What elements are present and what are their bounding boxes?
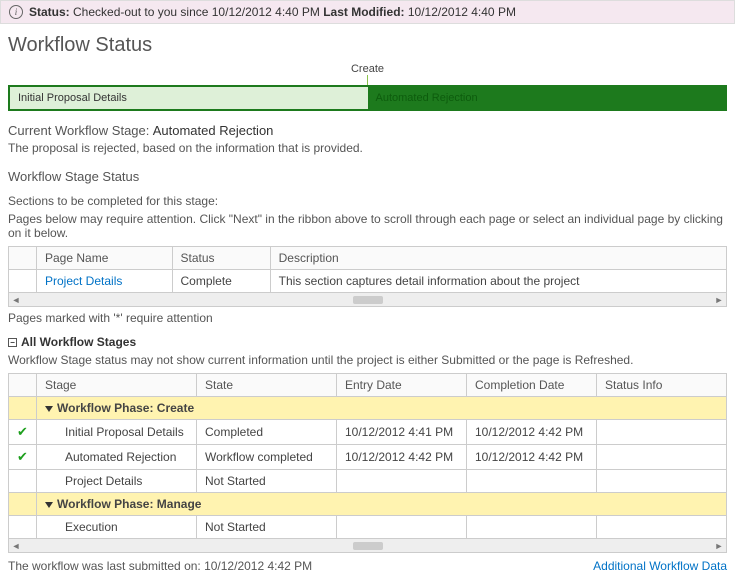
stage-row[interactable]: ✔Automated RejectionWorkflow completed10… — [9, 445, 727, 470]
stage-col-completion[interactable]: Completion Date — [467, 374, 597, 397]
stage-completion-cell: 10/12/2012 4:42 PM — [467, 445, 597, 470]
stage-entry-cell: 10/12/2012 4:41 PM — [337, 420, 467, 445]
stage-name-cell: Execution — [37, 516, 197, 539]
current-stage-desc: The proposal is rejected, based on the i… — [8, 141, 727, 155]
phase-row[interactable]: Workflow Phase: Manage — [9, 493, 727, 516]
phase-label[interactable]: Workflow Phase: Manage — [37, 493, 727, 516]
stage-col-icon — [9, 374, 37, 397]
stage-name-cell: Automated Rejection — [37, 445, 197, 470]
scroll-left-icon[interactable]: ◄ — [9, 295, 23, 305]
stage-state-cell: Completed — [197, 420, 337, 445]
stage-table: Stage State Entry Date Completion Date S… — [8, 373, 727, 539]
stage-col-stage[interactable]: Stage — [37, 374, 197, 397]
all-stages-toggle[interactable]: − All Workflow Stages — [8, 335, 727, 349]
stage-scrollbar[interactable]: ◄ ► — [8, 539, 727, 553]
stage-col-entry[interactable]: Entry Date — [337, 374, 467, 397]
page-desc-cell: This section captures detail information… — [270, 270, 726, 293]
check-icon: ✔ — [17, 449, 28, 464]
chevron-down-icon — [45, 502, 53, 508]
phase-bar: Initial Proposal Details Automated Rejec… — [8, 85, 727, 111]
current-stage-name: Automated Rejection — [153, 123, 274, 138]
stage-info-cell — [597, 445, 727, 470]
stage-row[interactable]: ExecutionNot Started — [9, 516, 727, 539]
attention-note: Pages marked with '*' require attention — [8, 311, 727, 325]
stage-info-cell — [597, 470, 727, 493]
stage-col-state[interactable]: State — [197, 374, 337, 397]
phase-row[interactable]: Workflow Phase: Create — [9, 397, 727, 420]
scroll-right-icon[interactable]: ► — [712, 295, 726, 305]
phase-label[interactable]: Workflow Phase: Create — [37, 397, 727, 420]
stage-row[interactable]: Project DetailsNot Started — [9, 470, 727, 493]
stage-entry-cell: 10/12/2012 4:42 PM — [337, 445, 467, 470]
submitted-text: The workflow was last submitted on: 10/1… — [8, 559, 312, 573]
row-icon — [9, 493, 37, 516]
stage-completion-cell: 10/12/2012 4:42 PM — [467, 420, 597, 445]
stage-completion-cell — [467, 470, 597, 493]
stage-name-cell: Project Details — [37, 470, 197, 493]
row-icon — [9, 397, 37, 420]
sections-note: Pages below may require attention. Click… — [8, 212, 727, 240]
row-icon — [9, 516, 37, 539]
stage-name-cell: Initial Proposal Details — [37, 420, 197, 445]
chevron-down-icon — [45, 406, 53, 412]
all-stages-label: All Workflow Stages — [21, 335, 136, 349]
sections-header: Sections to be completed for this stage: — [8, 194, 727, 208]
scroll-right-icon[interactable]: ► — [712, 541, 726, 551]
phase-tick — [367, 75, 368, 85]
stage-col-info[interactable]: Status Info — [597, 374, 727, 397]
stage-row[interactable]: ✔Initial Proposal DetailsCompleted10/12/… — [9, 420, 727, 445]
status-text: Checked-out to you since 10/12/2012 4:40… — [73, 5, 320, 19]
table-row[interactable]: Project DetailsCompleteThis section capt… — [9, 270, 727, 293]
phase-initial-proposal[interactable]: Initial Proposal Details — [10, 87, 368, 109]
page-title: Workflow Status — [8, 34, 727, 57]
scroll-thumb[interactable] — [353, 296, 383, 304]
collapse-icon: − — [8, 338, 17, 347]
pages-col-icon — [9, 247, 37, 270]
last-modified-text: 10/12/2012 4:40 PM — [408, 5, 516, 19]
stage-state-cell: Workflow completed — [197, 445, 337, 470]
pages-col-name[interactable]: Page Name — [37, 247, 173, 270]
stage-entry-cell — [337, 516, 467, 539]
stage-entry-cell — [337, 470, 467, 493]
pages-col-status[interactable]: Status — [172, 247, 270, 270]
row-icon: ✔ — [9, 420, 37, 445]
check-icon: ✔ — [17, 424, 28, 439]
row-icon: ✔ — [9, 445, 37, 470]
row-icon — [9, 470, 37, 493]
pages-table: Page Name Status Description Project Det… — [8, 246, 727, 293]
status-label: Status: — [29, 5, 70, 19]
status-bar: i Status: Checked-out to you since 10/12… — [0, 0, 735, 24]
current-stage-label: Current Workflow Stage: — [8, 123, 149, 138]
stage-info-cell — [597, 420, 727, 445]
pages-scrollbar[interactable]: ◄ ► — [8, 293, 727, 307]
phase-automated-rejection[interactable]: Automated Rejection — [368, 87, 726, 109]
pages-col-desc[interactable]: Description — [270, 247, 726, 270]
stage-status-header: Workflow Stage Status — [8, 169, 727, 184]
stage-note: Workflow Stage status may not show curre… — [8, 353, 727, 367]
scroll-thumb[interactable] — [353, 542, 383, 550]
scroll-left-icon[interactable]: ◄ — [9, 541, 23, 551]
info-icon: i — [9, 5, 23, 19]
stage-completion-cell — [467, 516, 597, 539]
additional-workflow-link[interactable]: Additional Workflow Data — [593, 559, 727, 573]
stage-state-cell: Not Started — [197, 516, 337, 539]
page-status-cell: Complete — [172, 270, 270, 293]
stage-state-cell: Not Started — [197, 470, 337, 493]
page-name-cell[interactable]: Project Details — [37, 270, 173, 293]
row-icon — [9, 270, 37, 293]
stage-info-cell — [597, 516, 727, 539]
phase-marker-label: Create — [0, 63, 735, 75]
last-modified-label: Last Modified: — [323, 5, 404, 19]
